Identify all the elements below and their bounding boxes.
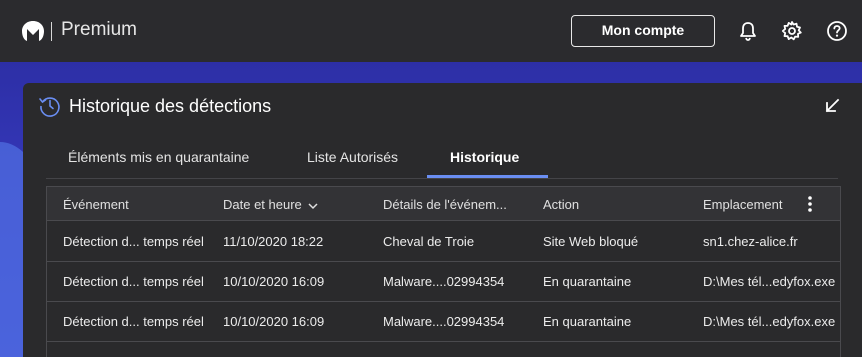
panel-title: Historique des détections (69, 96, 272, 116)
cell-location: sn1.chez-alice.fr (703, 234, 798, 249)
cell-event: Détection d... temps réel (63, 314, 204, 329)
collapse-arrow-icon[interactable] (824, 98, 840, 114)
column-header-event[interactable]: Événement (63, 197, 129, 212)
table-row[interactable]: Détection d... temps réel 10/10/2020 16:… (47, 302, 840, 342)
cell-action: En quarantaine (543, 314, 632, 329)
cell-location: D:\Mes tél...edyfox.exe (703, 274, 836, 289)
cell-event: Détection d... temps réel (63, 234, 204, 249)
column-header-datetime-label: Date et heure (223, 197, 302, 212)
cell-datetime: 10/10/2020 16:09 (223, 274, 325, 289)
table-row[interactable]: Détection d... temps réel 10/10/2020 16:… (47, 262, 840, 302)
cell-datetime: 10/10/2020 16:09 (223, 314, 325, 329)
malwarebytes-logo-icon (22, 21, 44, 41)
column-header-details[interactable]: Détails de l'événem... (383, 197, 507, 212)
account-button[interactable]: Mon compte (571, 15, 715, 47)
table-row[interactable]: Détection d... temps réel 11/10/2020 18:… (47, 222, 840, 262)
tab-history[interactable]: Historique (450, 149, 519, 165)
cell-action: En quarantaine (543, 274, 632, 289)
cell-details: Cheval de Troie (383, 234, 475, 249)
column-header-action[interactable]: Action (543, 197, 579, 212)
cell-event: Détection d... temps réel (63, 274, 204, 289)
gear-icon[interactable] (781, 20, 803, 42)
more-options-icon[interactable] (807, 195, 813, 213)
brand-label: Premium (61, 19, 138, 40)
chevron-down-icon (308, 203, 318, 209)
clock-history-icon (39, 97, 60, 117)
logo-separator (51, 22, 52, 41)
tabs-divider (46, 178, 838, 179)
cell-details: Malware....02994354 (383, 274, 505, 289)
column-header-location[interactable]: Emplacement (703, 197, 782, 212)
table-header: Événement Date et heure Détails de l'évé… (47, 187, 840, 221)
help-icon[interactable] (826, 20, 848, 42)
history-table: Événement Date et heure Détails de l'évé… (46, 186, 841, 357)
cell-datetime: 11/10/2020 18:22 (223, 234, 324, 249)
cell-details: Malware....02994354 (383, 314, 505, 329)
bell-icon[interactable] (737, 20, 759, 42)
tab-allow-list[interactable]: Liste Autorisés (307, 149, 398, 165)
column-header-datetime[interactable]: Date et heure (223, 197, 318, 212)
top-bar: Premium Mon compte (0, 0, 862, 62)
detection-history-panel: Historique des détections Éléments mis e… (23, 83, 862, 357)
tab-bar: Éléments mis en quarantaine Liste Autori… (46, 135, 842, 179)
tab-quarantine[interactable]: Éléments mis en quarantaine (68, 149, 249, 165)
cell-location: D:\Mes tél...edyfox.exe (703, 314, 836, 329)
cell-action: Site Web bloqué (543, 234, 639, 249)
